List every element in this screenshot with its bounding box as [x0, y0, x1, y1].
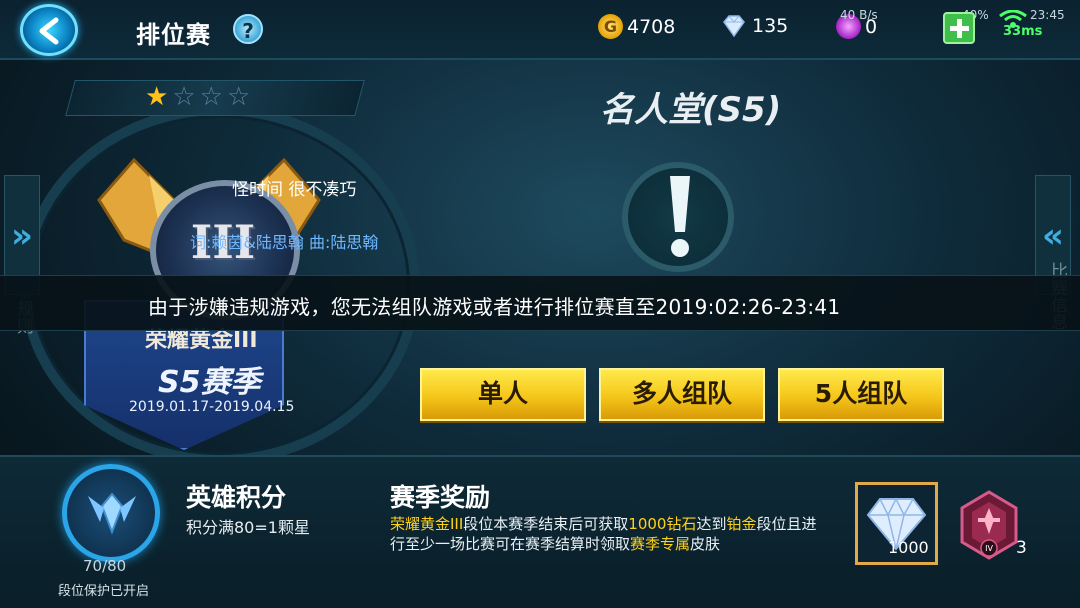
skin-reward-icon[interactable]: IV [958, 490, 1020, 560]
five-team-mode-button[interactable]: 5人组队 [778, 368, 944, 421]
ping-indicator: 33ms [1003, 24, 1043, 39]
hero-score-title: 英雄积分 [186, 483, 287, 512]
season-reward-description: 荣耀黄金III段位本赛季结束后可获取1000钻石达到铂金段位且进行至少一场比赛可… [390, 514, 822, 554]
song-credit: 词:赖茵&陆思翰 曲:陆思翰 [190, 233, 379, 252]
skin-level-label: IV [985, 544, 993, 553]
star-empty-icon: ☆ [226, 82, 251, 112]
chevron-left-icon: « [1042, 216, 1064, 256]
back-arrow-icon [39, 17, 59, 45]
page-title: 排位赛 [136, 21, 211, 49]
ban-notice-text: 由于涉嫌违规游戏，您无法组队游戏或者进行排位赛直至2019:02:26-23:4… [148, 295, 841, 319]
gold-amount: 4708 [627, 15, 676, 38]
reward-season-exclusive: 赛季专属 [630, 535, 691, 553]
reward-text-part: 皮肤 [690, 535, 721, 553]
back-button[interactable] [20, 4, 78, 56]
add-currency-button[interactable] [943, 12, 975, 44]
exclamation-icon [670, 176, 690, 257]
gold-resource[interactable]: G 4708 [598, 14, 675, 39]
rank-protection-status: 段位保护已开启 [58, 584, 150, 599]
hero-score-progress: 70/80 [83, 557, 127, 575]
diamond-reward-count: 1000 [888, 538, 929, 557]
multi-team-mode-button[interactable]: 多人组队 [599, 368, 765, 421]
star-filled-icon: ★ [145, 82, 169, 112]
hero-score-subtitle: 积分满80=1颗星 [186, 518, 310, 537]
hall-of-fame-title[interactable]: 名人堂(S5) [600, 82, 781, 131]
season-name: S5赛季 [158, 365, 261, 400]
diamond-amount: 135 [752, 15, 789, 37]
reward-platinum-rank: 铂金 [726, 515, 757, 533]
reward-text-part: 段位本赛季结束后可获取 [463, 515, 629, 533]
reward-diamond-amount: 1000钻石 [628, 515, 697, 533]
reward-text-part: 达到 [696, 515, 727, 533]
hero-wings-icon [88, 492, 136, 535]
help-button[interactable]: ? [233, 14, 263, 44]
gold-coin-icon: G [598, 14, 623, 39]
skin-reward-count: 3 [1016, 538, 1027, 558]
rank-stars: ★ ☆ ☆ ☆ [145, 82, 250, 112]
diamond-icon [723, 15, 745, 38]
reward-rank-name: 荣耀黄金III [390, 515, 464, 533]
chevron-right-icon: » [11, 216, 33, 256]
star-empty-icon: ☆ [199, 82, 223, 112]
season-reward-title: 赛季奖励 [390, 483, 491, 512]
diamond-resource[interactable]: 135 [720, 14, 788, 38]
network-speed: 40 B/s [840, 8, 878, 22]
status-time: 23:45 [1030, 8, 1065, 22]
star-empty-icon: ☆ [172, 82, 196, 112]
song-title: 怪时间 很不凑巧 [232, 180, 357, 200]
solo-mode-button[interactable]: 单人 [420, 368, 586, 421]
season-dates: 2019.01.17-2019.04.15 [129, 399, 295, 415]
